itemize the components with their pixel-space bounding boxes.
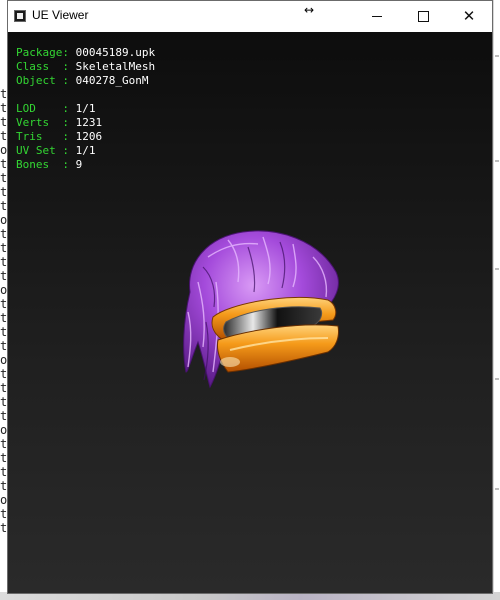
info-class: Class : SkeletalMesh <box>16 60 155 74</box>
info-label: Verts : <box>16 116 76 129</box>
skeletal-mesh-model[interactable] <box>168 222 348 392</box>
info-tris: Tris : 1206 <box>16 130 102 144</box>
window-title: UE Viewer <box>32 8 89 22</box>
info-value: 1231 <box>75 116 103 129</box>
minimize-button[interactable] <box>354 1 400 32</box>
title-bar[interactable]: UE Viewer ↔ ✕ <box>8 1 492 32</box>
info-package: Package: 00045189.upk <box>16 46 155 60</box>
resize-icon: ↔ <box>304 3 315 17</box>
background-tick <box>495 488 499 490</box>
background-tick <box>495 378 499 380</box>
maximize-button[interactable] <box>400 1 446 32</box>
app-icon[interactable] <box>14 10 26 22</box>
info-object: Object : 040278_GonM <box>16 74 148 88</box>
info-value: SkeletalMesh <box>75 60 156 73</box>
close-button[interactable]: ✕ <box>446 1 492 32</box>
info-value: 9 <box>75 158 83 171</box>
info-value: 040278_GonM <box>75 74 149 87</box>
maximize-icon <box>417 11 429 22</box>
info-value: 1/1 <box>75 102 96 115</box>
info-verts: Verts : 1231 <box>16 116 102 130</box>
info-label: Bones : <box>16 158 76 171</box>
info-value: 1/1 <box>75 144 96 157</box>
3d-viewport[interactable]: Package: 00045189.upk Class : SkeletalMe… <box>8 32 492 593</box>
info-label: Class : <box>16 60 76 73</box>
background-tick <box>495 268 499 270</box>
info-value: 1206 <box>75 130 103 143</box>
info-bones: Bones : 9 <box>16 158 82 172</box>
background-tick <box>495 160 499 162</box>
minimize-icon <box>372 16 382 17</box>
info-value: 00045189.upk <box>75 46 156 59</box>
info-label: Tris : <box>16 130 76 143</box>
info-label: Object : <box>16 74 76 87</box>
background-tick <box>495 55 499 57</box>
close-icon: ✕ <box>462 7 476 25</box>
info-label: LOD : <box>16 102 76 115</box>
background-window-edge <box>493 0 500 600</box>
info-lod: LOD : 1/1 <box>16 102 95 116</box>
info-label: UV Set : <box>16 144 76 157</box>
info-label: Package: <box>16 46 76 59</box>
ue-viewer-window: UE Viewer ↔ ✕ Package: 00045189.upk Clas… <box>7 0 493 594</box>
info-uvset: UV Set : 1/1 <box>16 144 95 158</box>
